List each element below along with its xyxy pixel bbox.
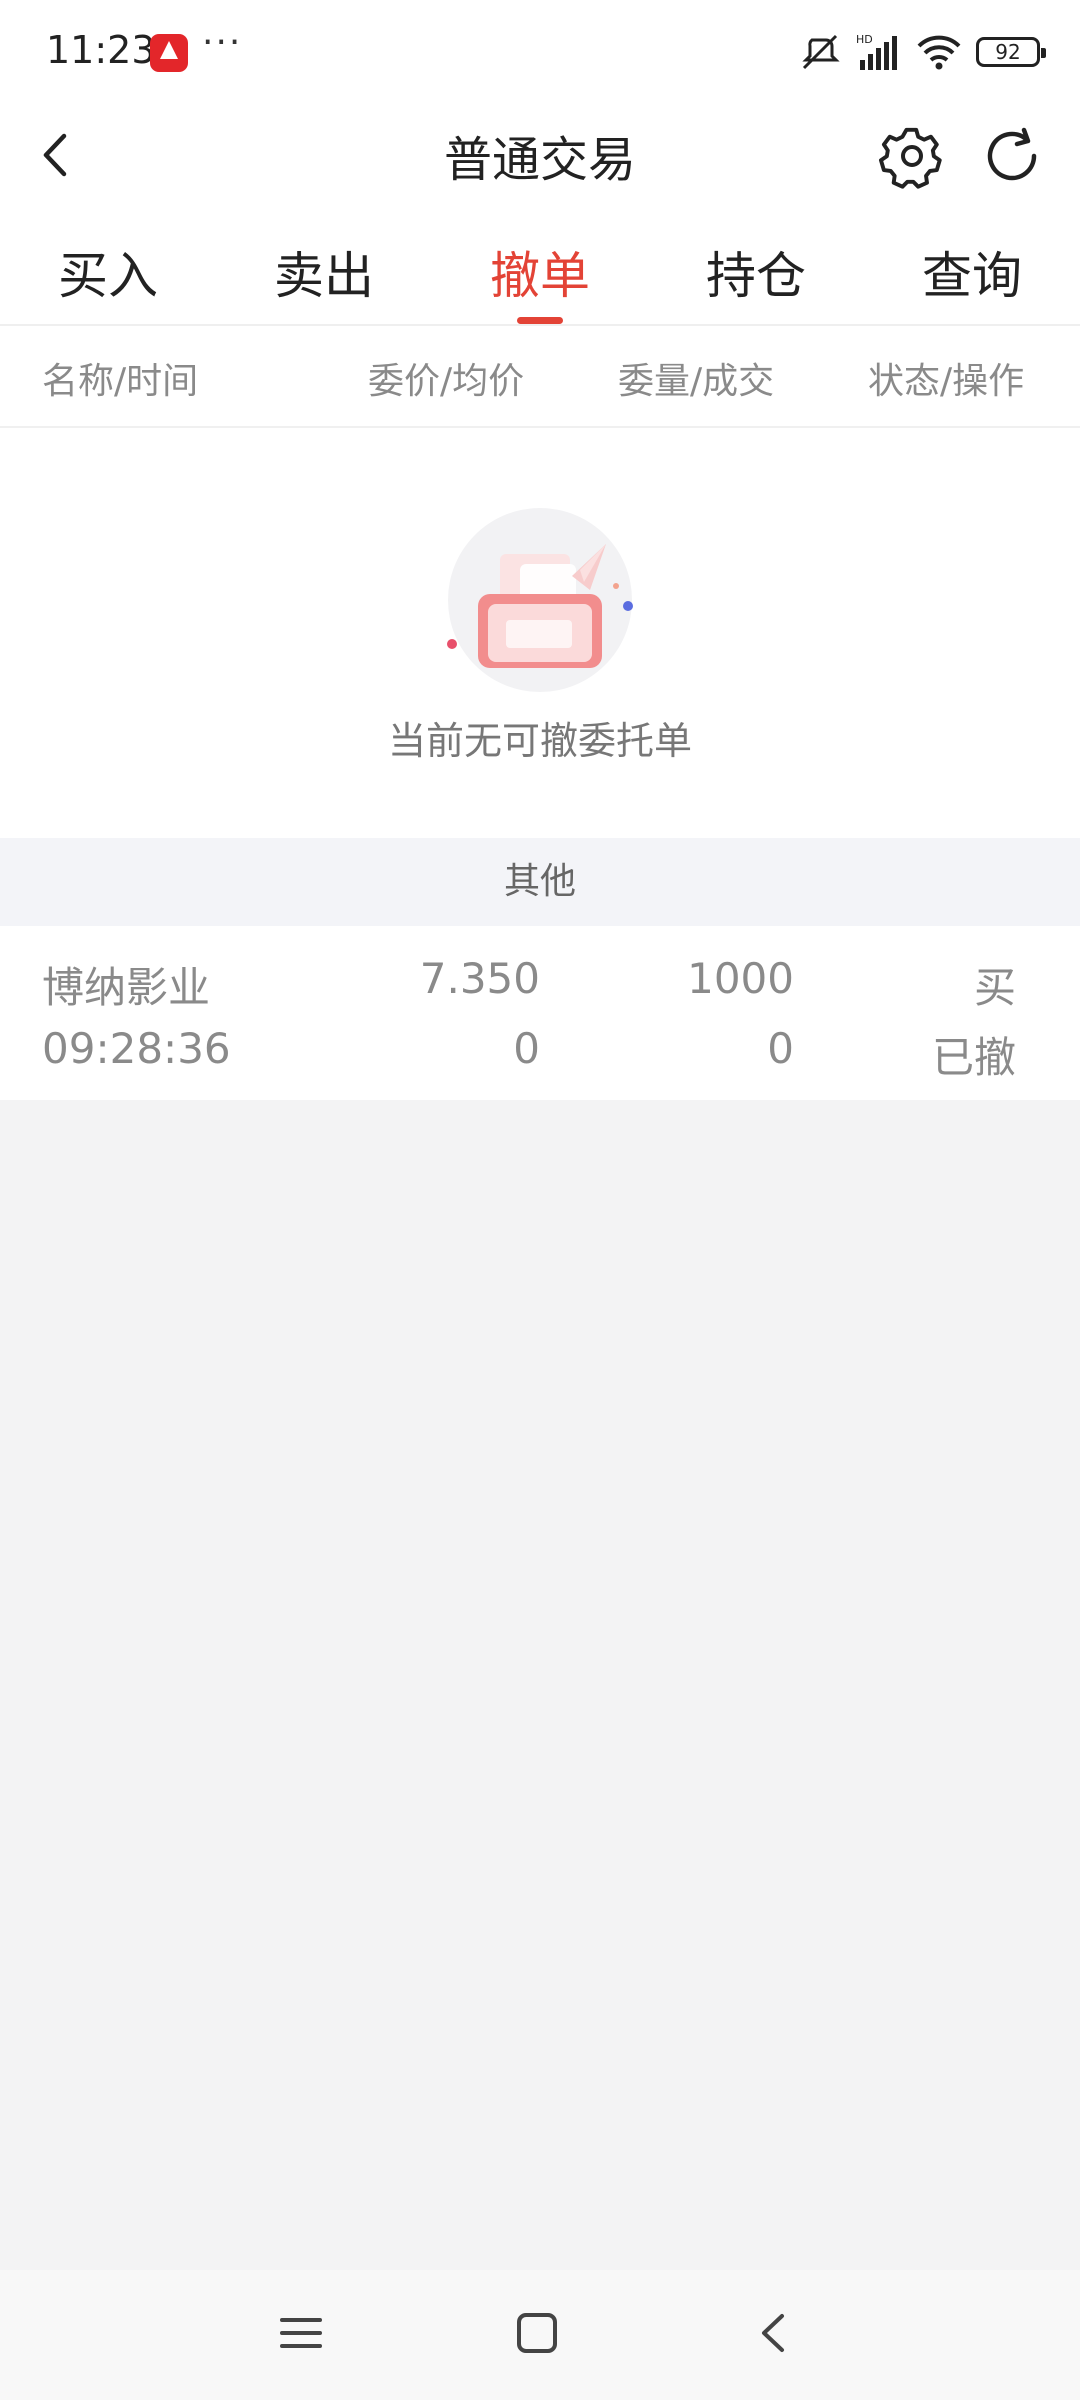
average-price: 0 xyxy=(513,1024,540,1073)
table-header: 名称/时间 委价/均价 委量/成交 状态/操作 xyxy=(0,326,1080,426)
status-time: 11:23 xyxy=(46,28,156,72)
order-time: 09:28:36 xyxy=(42,1024,231,1073)
nav-header: 普通交易 xyxy=(0,100,1080,210)
table-row[interactable]: 博纳影业 09:28:36 7.350 0 1000 0 买 已撤 xyxy=(0,926,1080,1100)
column-header-status: 状态/操作 xyxy=(868,361,1025,402)
tab-query[interactable]: 查询 xyxy=(864,222,1080,324)
battery-level: 92 xyxy=(995,40,1021,64)
system-back-icon[interactable] xyxy=(752,2310,798,2356)
filled-quantity: 0 xyxy=(767,1024,794,1073)
signal-icon: HD xyxy=(856,33,897,70)
column-header-quantity: 委量/成交 xyxy=(618,361,775,402)
order-price: 7.350 xyxy=(419,954,540,1003)
app-notification-icon xyxy=(150,34,188,72)
trade-tabs: 买入 卖出 撤单 持仓 查询 xyxy=(0,222,1080,324)
tab-positions[interactable]: 持仓 xyxy=(648,222,864,324)
system-navigation-bar xyxy=(0,2270,1080,2400)
column-header-price: 委价/均价 xyxy=(368,361,525,402)
tab-sell[interactable]: 卖出 xyxy=(216,222,432,324)
tab-buy[interactable]: 买入 xyxy=(0,222,216,324)
home-icon[interactable] xyxy=(514,2310,560,2356)
order-status: 已撤 xyxy=(931,1033,1016,1082)
section-other-header: 其他 xyxy=(0,838,1080,926)
tab-cancel-order[interactable]: 撤单 xyxy=(432,222,648,324)
refresh-icon[interactable] xyxy=(978,122,1046,190)
empty-state: 当前无可撤委托单 xyxy=(0,428,1080,838)
wifi-icon xyxy=(917,35,961,70)
empty-folder-illustration xyxy=(447,508,633,692)
recent-apps-icon[interactable] xyxy=(278,2310,324,2356)
column-header-name-time: 名称/时间 xyxy=(42,361,199,402)
gear-icon[interactable] xyxy=(878,122,946,190)
status-icons: HD 92 xyxy=(800,30,1046,74)
empty-state-message: 当前无可撤委托单 xyxy=(387,719,692,763)
stock-name: 博纳影业 xyxy=(42,963,211,1012)
vibrate-mute-icon xyxy=(802,34,840,70)
battery-icon: 92 xyxy=(976,37,1046,67)
svg-text:HD: HD xyxy=(856,33,873,46)
more-notifications-icon: ··· xyxy=(202,22,243,63)
order-quantity: 1000 xyxy=(687,954,794,1003)
status-bar: 11:23 ··· HD 92 xyxy=(0,0,1080,100)
order-direction: 买 xyxy=(973,963,1016,1012)
